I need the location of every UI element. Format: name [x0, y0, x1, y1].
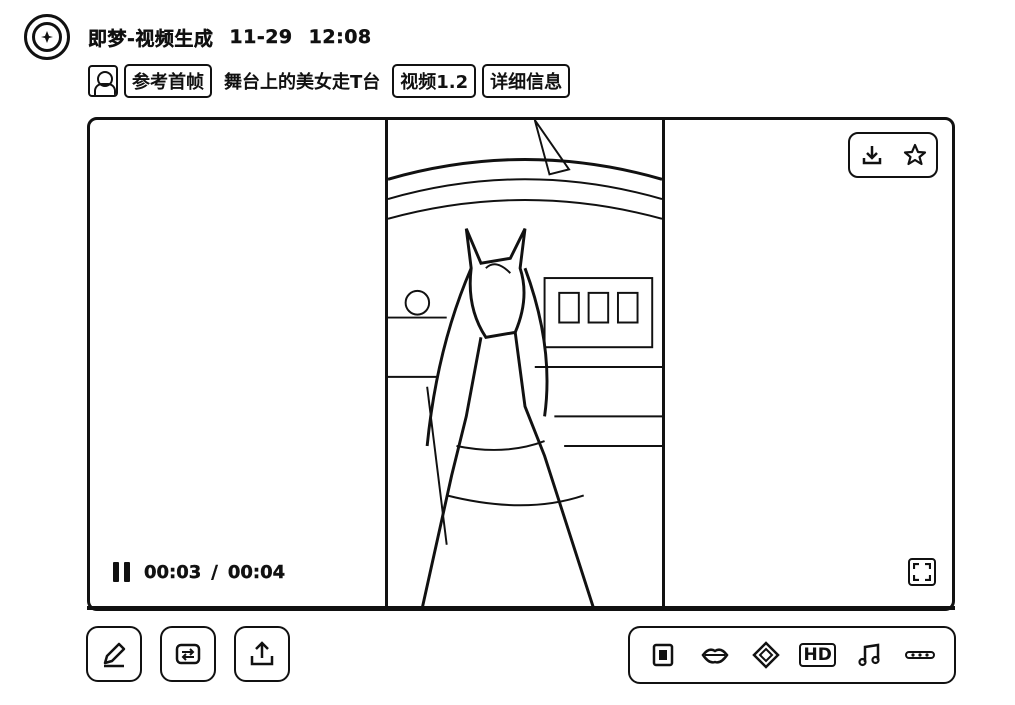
- lip-sync-icon[interactable]: [695, 635, 735, 675]
- header: 即梦-视频生成 11-29 12:08: [24, 14, 372, 60]
- edit-icon[interactable]: [86, 626, 142, 682]
- playback-controls: 00:03 / 00:04: [110, 560, 285, 584]
- generation-date: 11-29: [229, 26, 293, 48]
- reference-frame-thumbnail[interactable]: [88, 65, 118, 97]
- app-logo-icon[interactable]: [24, 14, 70, 60]
- total-time: 00:04: [227, 561, 286, 583]
- hd-label: HD: [799, 643, 836, 667]
- music-icon[interactable]: [849, 635, 889, 675]
- generation-time: 12:08: [308, 26, 372, 48]
- more-icon[interactable]: [900, 635, 940, 675]
- right-toolbar: HD: [628, 626, 956, 684]
- time-separator: /: [211, 561, 218, 583]
- model-version-badge: 视频1.2: [392, 64, 477, 98]
- fullscreen-icon[interactable]: [908, 558, 936, 586]
- video-actions: [848, 132, 938, 178]
- pause-icon[interactable]: [110, 560, 134, 584]
- hd-icon[interactable]: HD: [798, 635, 838, 675]
- video-still: [388, 120, 662, 608]
- progress-bar[interactable]: [87, 602, 955, 610]
- diamond-icon[interactable]: [746, 635, 786, 675]
- current-time: 00:03: [144, 561, 202, 583]
- task-info: 参考首帧 舞台上的美女走T台 视频1.2 详细信息: [88, 63, 571, 99]
- left-toolbar: [86, 626, 290, 682]
- regenerate-icon[interactable]: [160, 626, 216, 682]
- download-icon[interactable]: [856, 139, 888, 171]
- star-icon[interactable]: [899, 139, 931, 171]
- detail-info-button[interactable]: 详细信息: [482, 64, 571, 98]
- video-frame: [385, 120, 665, 608]
- video-player[interactable]: 00:03 / 00:04: [87, 117, 955, 611]
- app-title: 即梦-视频生成: [88, 27, 214, 50]
- prompt-text: 舞台上的美女走T台: [224, 72, 381, 93]
- reference-frame-label: 参考首帧: [124, 64, 212, 98]
- frame-icon[interactable]: [644, 635, 684, 675]
- share-icon[interactable]: [234, 626, 290, 682]
